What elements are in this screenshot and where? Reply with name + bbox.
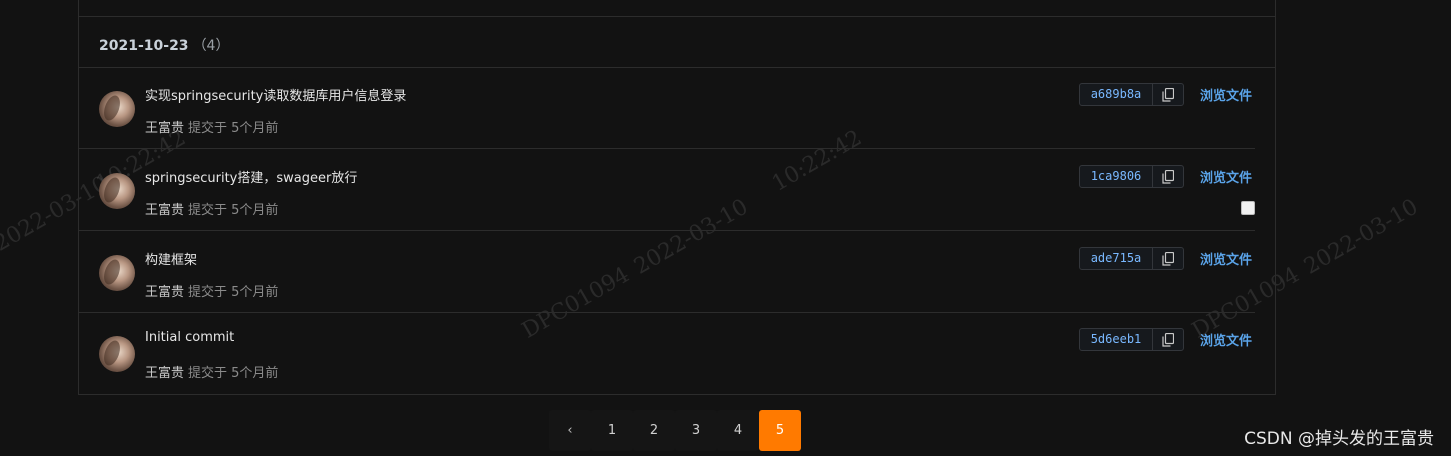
- commit-sha[interactable]: ade715a: [1080, 248, 1153, 269]
- commit-sha[interactable]: 1ca9806: [1080, 166, 1153, 187]
- commit-sha-box: ade715a: [1079, 247, 1184, 270]
- avatar[interactable]: [99, 91, 135, 127]
- browse-files-link[interactable]: 浏览文件: [1200, 249, 1252, 268]
- copy-button[interactable]: [1153, 248, 1183, 269]
- select-checkbox[interactable]: [1241, 201, 1255, 215]
- page-button-1[interactable]: 1: [591, 410, 633, 451]
- commit-meta: 王富贵 提交于 5个月前: [145, 281, 278, 300]
- copy-icon: [1162, 332, 1174, 347]
- page-button-5[interactable]: 5: [759, 410, 801, 451]
- copy-icon: [1162, 251, 1174, 266]
- commit-row: 构建框架 王富贵 提交于 5个月前 ade715a 浏览文件: [79, 232, 1275, 313]
- group-date: 2021-10-23: [99, 38, 189, 54]
- commit-message[interactable]: springsecurity搭建，swageer放行: [145, 167, 357, 186]
- page-button-4[interactable]: 4: [717, 410, 759, 451]
- commit-author[interactable]: 王富贵: [145, 203, 184, 218]
- commit-panel: 2021-10-23 （4） 实现springsecurity读取数据库用户信息登…: [78, 0, 1276, 395]
- prev-page-button[interactable]: ‹: [549, 410, 591, 451]
- commit-meta: 王富贵 提交于 5个月前: [145, 199, 278, 218]
- copy-button[interactable]: [1153, 166, 1183, 187]
- commit-time: 提交于 5个月前: [188, 285, 279, 300]
- commit-row: Initial commit 王富贵 提交于 5个月前 5d6eeb1 浏览文件: [79, 313, 1275, 394]
- commit-row: 实现springsecurity读取数据库用户信息登录 王富贵 提交于 5个月前 …: [79, 68, 1275, 149]
- copy-button[interactable]: [1153, 84, 1183, 105]
- browse-files-link[interactable]: 浏览文件: [1200, 167, 1252, 186]
- commit-sha[interactable]: a689b8a: [1080, 84, 1153, 105]
- avatar[interactable]: [99, 255, 135, 291]
- commit-author[interactable]: 王富贵: [145, 366, 184, 381]
- avatar[interactable]: [99, 336, 135, 372]
- commit-author[interactable]: 王富贵: [145, 285, 184, 300]
- commit-meta: 王富贵 提交于 5个月前: [145, 117, 278, 136]
- commit-row: springsecurity搭建，swageer放行 王富贵 提交于 5个月前 1…: [79, 150, 1275, 231]
- page: 2022-03-10 10:22:42 2022-03-10 10:22:42 …: [0, 0, 1451, 456]
- copy-button[interactable]: [1153, 329, 1183, 350]
- browse-files-link[interactable]: 浏览文件: [1200, 330, 1252, 349]
- pagination: ‹ 1 2 3 4 5: [549, 410, 801, 451]
- divider: [79, 148, 1255, 149]
- commit-sha-box: 1ca9806: [1079, 165, 1184, 188]
- commit-group-header: 2021-10-23 （4）: [99, 35, 229, 55]
- page-button-3[interactable]: 3: [675, 410, 717, 451]
- copy-icon: [1162, 87, 1174, 102]
- avatar[interactable]: [99, 173, 135, 209]
- commit-message[interactable]: 实现springsecurity读取数据库用户信息登录: [145, 85, 406, 104]
- commit-author[interactable]: 王富贵: [145, 121, 184, 136]
- watermark-text: 2022-03-10: [1300, 194, 1423, 280]
- page-button-2[interactable]: 2: [633, 410, 675, 451]
- group-count: （4）: [192, 38, 230, 54]
- divider: [79, 230, 1255, 231]
- commit-time: 提交于 5个月前: [188, 121, 279, 136]
- commit-message[interactable]: 构建框架: [145, 249, 197, 268]
- copy-icon: [1162, 169, 1174, 184]
- commit-sha-box: 5d6eeb1: [1079, 328, 1184, 351]
- csdn-credit: CSDN @掉头发的王富贵: [1244, 429, 1434, 449]
- divider: [79, 16, 1275, 17]
- commit-message[interactable]: Initial commit: [145, 330, 234, 345]
- commit-sha-box: a689b8a: [1079, 83, 1184, 106]
- commit-meta: 王富贵 提交于 5个月前: [145, 362, 278, 381]
- commit-sha[interactable]: 5d6eeb1: [1080, 329, 1153, 350]
- commit-time: 提交于 5个月前: [188, 366, 279, 381]
- commit-time: 提交于 5个月前: [188, 203, 279, 218]
- browse-files-link[interactable]: 浏览文件: [1200, 85, 1252, 104]
